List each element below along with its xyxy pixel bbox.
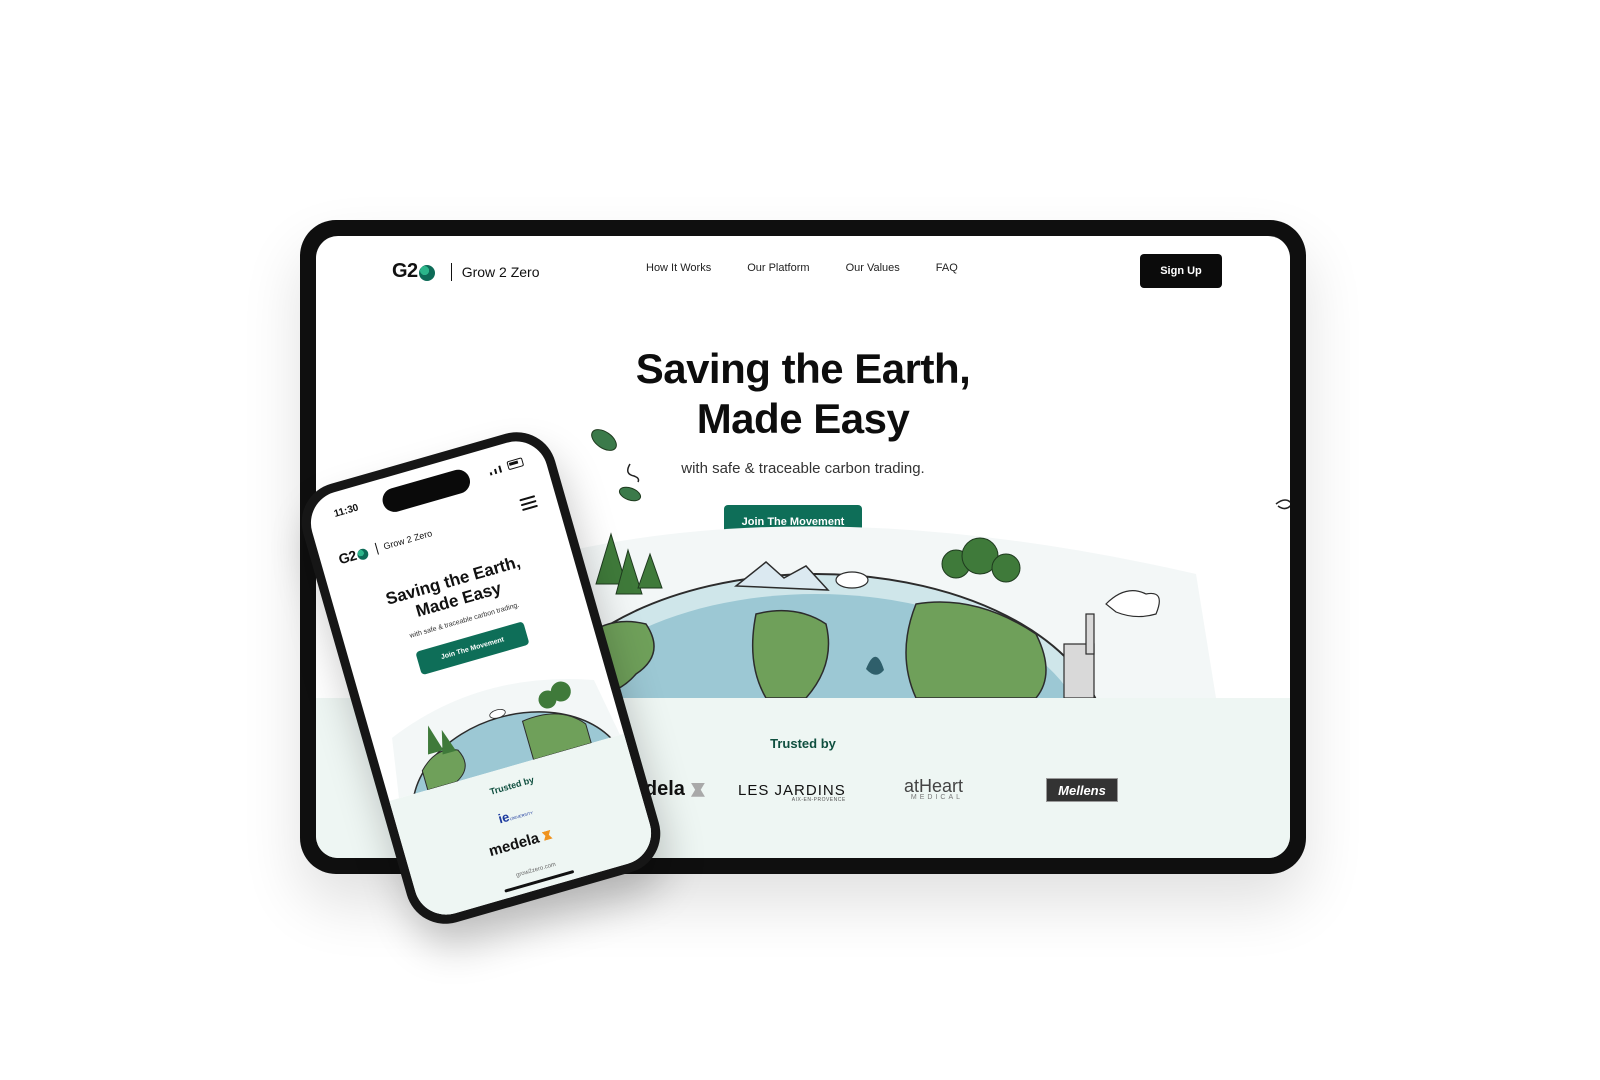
brand-logo[interactable]: G2 Grow 2 Zero	[392, 260, 540, 283]
phone-logo-ie: ieUNIVERSITY	[497, 802, 535, 826]
nav-link-how-it-works[interactable]: How It Works	[646, 262, 711, 274]
leaves-decoration	[591, 429, 1290, 510]
phone-brand-mark: G2	[336, 544, 370, 568]
nav-links: How It Works Our Platform Our Values FAQ	[646, 262, 958, 274]
hero-title-line1: Saving the Earth,	[635, 345, 971, 392]
nav-link-our-values[interactable]: Our Values	[846, 262, 900, 274]
signal-icon	[489, 472, 493, 476]
globe-icon	[355, 547, 370, 561]
signal-icon	[498, 465, 503, 473]
phone-logo-medela: medela	[487, 826, 554, 860]
signup-button[interactable]: Sign Up	[1140, 254, 1222, 288]
logo-atheart: atHeart MEDICAL	[904, 776, 963, 801]
battery-icon	[506, 457, 525, 471]
logo-les-jardins: LES JARDINS AIX-EN-PROVENCE	[738, 782, 846, 803]
brand-mark: G2	[392, 260, 435, 283]
phone-brand-name: Grow 2 Zero	[382, 528, 434, 552]
brand-mark-text: G2	[392, 260, 418, 282]
medela-mark-icon	[542, 830, 553, 841]
phone-logo-ie-sub: UNIVERSITY	[509, 809, 534, 822]
medela-mark-icon	[690, 782, 705, 797]
signal-icon	[493, 468, 498, 475]
logo-atheart-text: atHeart	[904, 776, 964, 796]
nav-link-our-platform[interactable]: Our Platform	[747, 262, 809, 274]
logo-mellens: Mellens	[1046, 778, 1118, 802]
menu-icon[interactable]	[519, 495, 538, 512]
phone-logo-medela-text: medela	[486, 829, 542, 861]
dynamic-island	[379, 466, 473, 515]
logo-divider	[450, 262, 452, 281]
phone-logo-divider	[374, 542, 379, 555]
phone-brand-logo[interactable]: G2 Grow 2 Zero	[337, 525, 434, 567]
globe-icon	[418, 264, 435, 281]
status-time: 11:30	[332, 502, 360, 520]
status-icons	[488, 457, 525, 476]
brand-name: Grow 2 Zero	[461, 263, 540, 280]
top-nav: G2 Grow 2 Zero How It Works Our Platform…	[316, 236, 1290, 308]
phone-brand-mark-text: G2	[336, 547, 359, 568]
logo-atheart-sub: MEDICAL	[910, 794, 964, 801]
nav-link-faq[interactable]: FAQ	[936, 262, 958, 274]
